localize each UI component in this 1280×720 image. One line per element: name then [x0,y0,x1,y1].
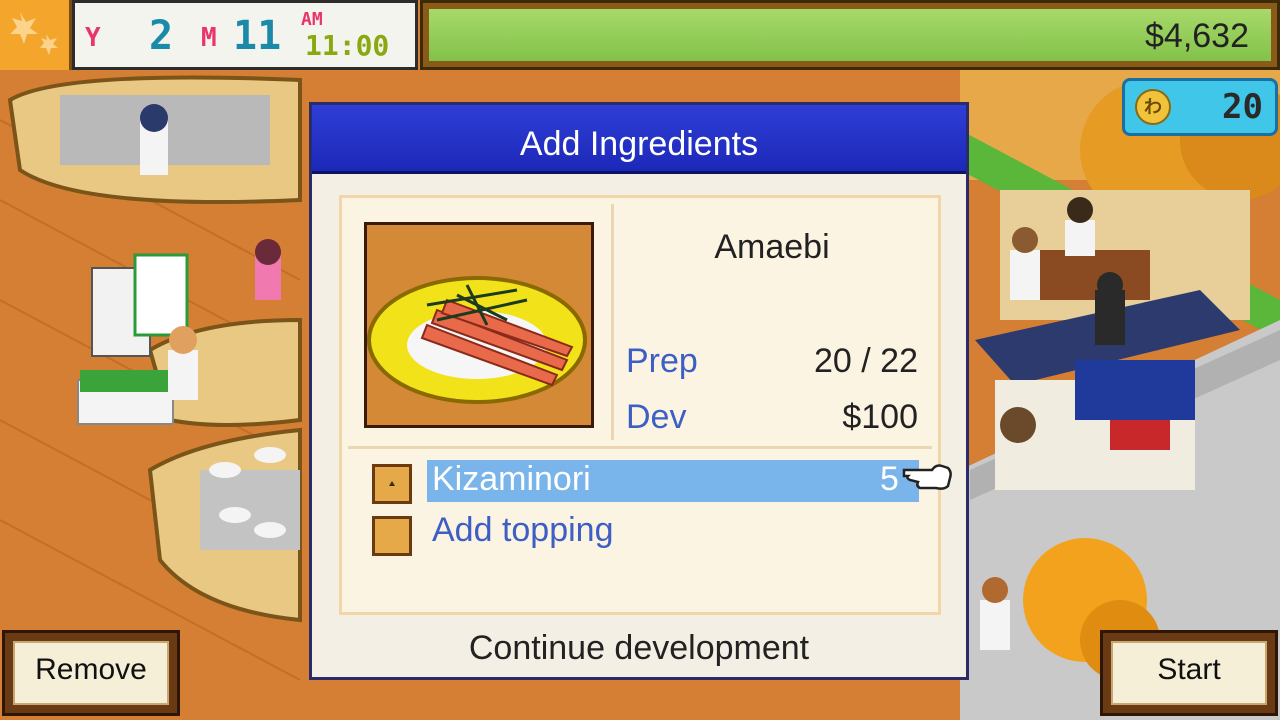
continue-development-button[interactable]: Continue development [312,629,966,668]
dialog-header: Add Ingredients [312,105,966,174]
dev-label: Dev [626,398,687,436]
year-value: 2 [149,13,174,59]
top-status-bar: Y 2 M 11 AM 11:00 $4,632 [0,0,1280,70]
money-bar: $4,632 [420,0,1280,70]
empty-topping-slot-icon[interactable] [372,516,412,556]
prep-label: Prep [626,342,698,380]
year-label: Y [85,23,101,53]
am-pm-label: AM [301,9,323,30]
start-button[interactable]: Start [1100,630,1278,716]
clock-time: 11:00 [305,29,390,62]
start-button-label: Start [1157,653,1221,686]
ingredient-slot-icon [372,464,412,504]
dev-value: $100 [842,398,918,436]
remove-button[interactable]: Remove [2,630,180,716]
month-label: M [201,23,217,53]
add-topping-button[interactable]: Add topping [432,511,614,550]
ingredient-name[interactable]: Kizaminori [432,460,591,499]
ingredient-quantity: 5 [880,460,899,498]
medal-count: 20 [1222,87,1263,127]
money-value: $4,632 [1145,17,1249,55]
calendar-clock: Y 2 M 11 AM 11:00 [72,0,418,70]
dish-name: Amaebi [714,228,830,266]
pointing-hand-cursor-icon [902,464,952,490]
prep-value: 20 / 22 [814,342,918,380]
autumn-season-icon [0,0,72,70]
medal-counter[interactable]: わ 20 [1122,78,1278,136]
month-value: 11 [233,13,282,59]
remove-button-label: Remove [35,653,147,686]
dish-image [364,222,594,428]
dialog-title: Add Ingredients [519,125,759,163]
medal-coin-icon: わ [1135,89,1171,125]
dish-info-panel: Amaebi Prep 20 / 22 Dev $100 Kizaminori … [339,195,941,615]
add-ingredients-dialog: Add Ingredients Amaebi Prep 20 / 22 Dev … [309,102,969,680]
